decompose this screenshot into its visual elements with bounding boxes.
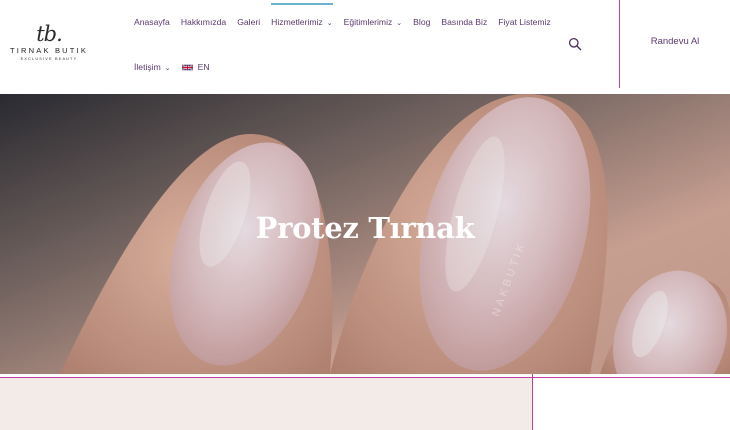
- chevron-down-icon: ⌄: [396, 20, 403, 27]
- nav-item-label: Galeri: [237, 17, 261, 27]
- nav-item-fiyat-listemiz[interactable]: Fiyat Listemiz: [498, 17, 551, 27]
- main-nav: Anasayfa Hakkımızda Galeri Hizmetlerimiz…: [134, 0, 604, 94]
- nav-item-label: İletişim: [134, 62, 161, 72]
- nav-item-hakkimizda[interactable]: Hakkımızda: [181, 17, 226, 27]
- appointment-button[interactable]: Randevu Al: [620, 36, 730, 47]
- logo-name: TIRNAK BUTIK: [9, 46, 89, 55]
- nav-item-anasayfa[interactable]: Anasayfa: [134, 17, 170, 27]
- nav-item-blog[interactable]: Blog: [413, 17, 430, 27]
- nav-item-label: Basında Biz: [441, 17, 488, 27]
- site-header: tb. TIRNAK BUTIK EXCLUSIVE BEAUTY Anasay…: [0, 0, 730, 94]
- nav-row-primary: Anasayfa Hakkımızda Galeri Hizmetlerimiz…: [134, 3, 562, 29]
- search-icon: [568, 37, 582, 51]
- nav-item-iletisim[interactable]: İletişim ⌄: [134, 62, 171, 72]
- sidebar-divider: [532, 374, 533, 430]
- chevron-down-icon: ⌄: [326, 20, 333, 27]
- chevron-down-icon: ⌄: [164, 65, 171, 72]
- brand-logo[interactable]: tb. TIRNAK BUTIK EXCLUSIVE BEAUTY: [4, 24, 94, 68]
- uk-flag-icon: [181, 63, 193, 71]
- nav-item-hizmetlerimiz[interactable]: Hizmetlerimiz ⌄: [271, 3, 334, 27]
- nav-item-label: Hizmetlerimiz: [271, 17, 323, 27]
- logo-monogram: tb.: [36, 22, 63, 46]
- nav-item-galeri[interactable]: Galeri: [237, 17, 260, 27]
- language-switcher[interactable]: EN: [181, 62, 210, 72]
- content-sidebar: [533, 378, 730, 430]
- nav-item-label: Anasayfa: [134, 17, 170, 27]
- nav-item-basinda-biz[interactable]: Basında Biz: [441, 17, 487, 27]
- nav-item-label: Blog: [413, 17, 431, 27]
- nav-item-label: Eğitimlerimiz: [343, 17, 393, 27]
- logo-tagline: EXCLUSIVE BEAUTY: [20, 57, 78, 61]
- hero-banner: Protez Tırnak NAKBUTIK: [0, 94, 730, 374]
- nav-item-egitimlerimiz[interactable]: Eğitimlerimiz ⌄: [344, 17, 403, 27]
- search-button[interactable]: [568, 37, 582, 51]
- nav-item-label: Fiyat Listemiz: [498, 17, 551, 27]
- nav-row-secondary: İletişim ⌄ EN: [134, 60, 221, 74]
- page-title: Protez Tırnak: [255, 211, 475, 245]
- language-label: EN: [197, 62, 210, 72]
- nav-item-label: Hakkımızda: [180, 17, 227, 27]
